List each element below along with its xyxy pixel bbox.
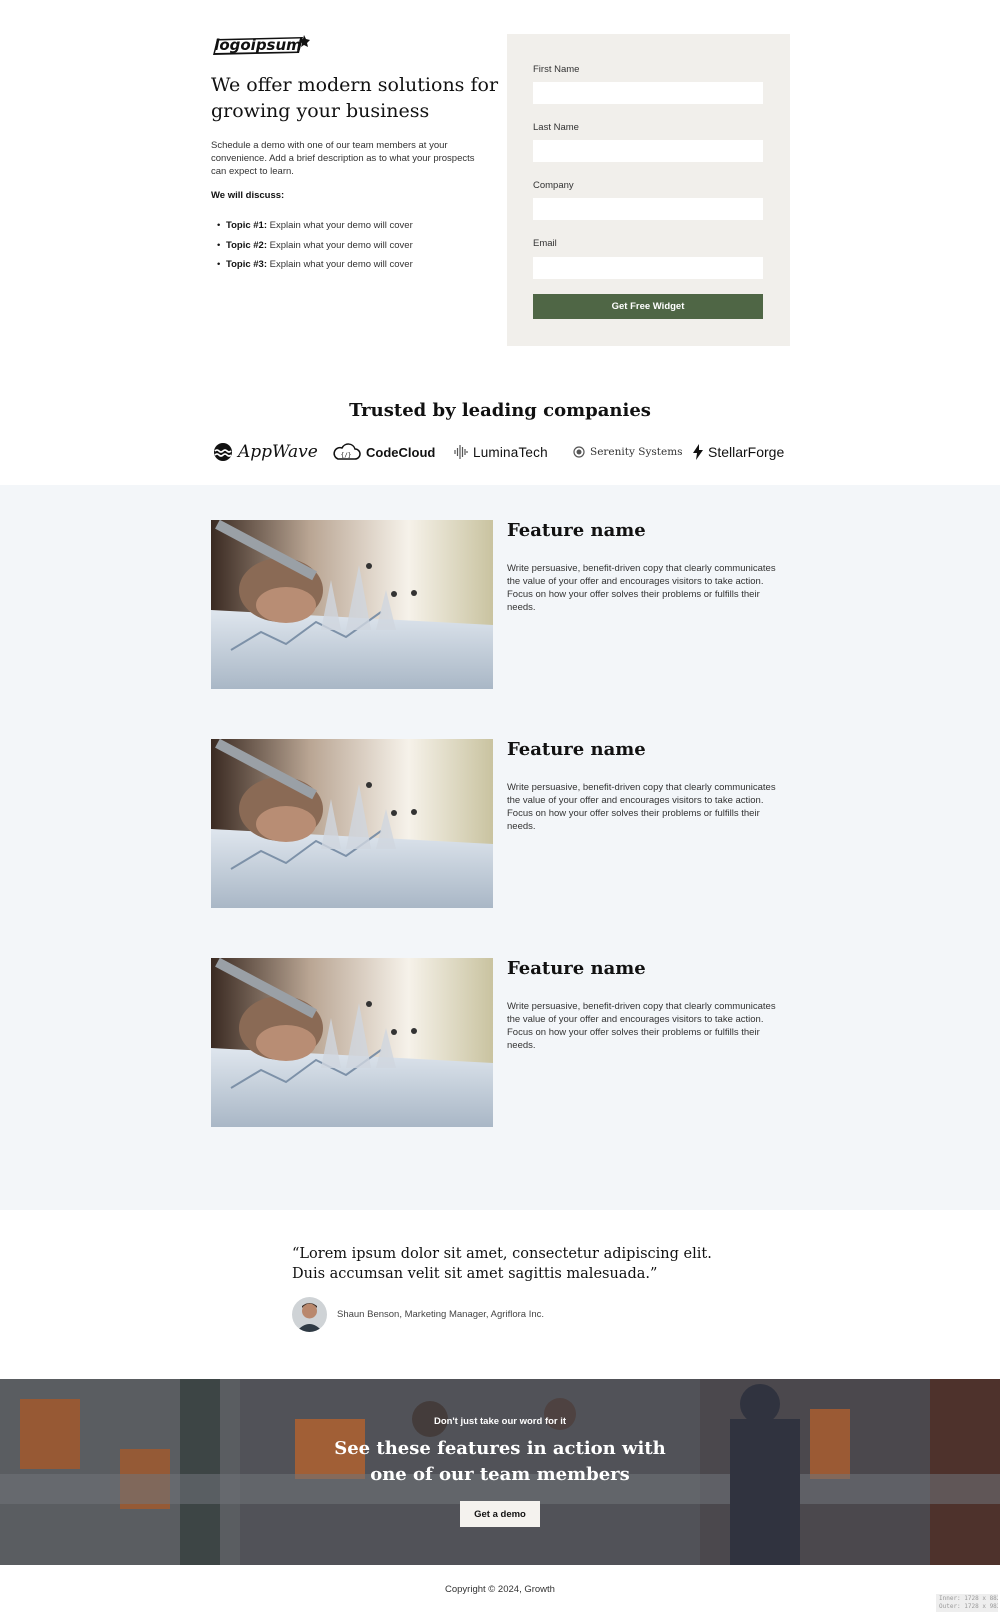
company-logos: AppWave {/} CodeCloud LuminaTech Serenit… [211,438,791,466]
email-label: Email [533,238,557,249]
logoipsum-logo[interactable]: logoipsum [211,33,313,59]
footer: Copyright © 2024, Growth Inner: 1728 x 8… [0,1565,1000,1613]
brand-codecloud: {/} CodeCloud [331,438,435,466]
testimonial-section: “Lorem ipsum dolor sit amet, consectetur… [0,1210,1000,1379]
feature-image [211,958,493,1127]
feature-title: Feature name [507,520,646,541]
first-name-label: First Name [533,64,580,75]
svg-text:logoipsum: logoipsum [214,36,302,54]
wave-icon [214,443,232,461]
first-name-field[interactable] [533,82,763,104]
copyright-text: Copyright © 2024, Growth [445,1584,555,1595]
get-a-demo-button[interactable]: Get a demo [460,1501,540,1527]
topics-list: Topic #1: Explain what your demo will co… [217,216,413,275]
bolt-icon [693,444,703,460]
brand-luminatech: LuminaTech [454,438,548,466]
features-section: Feature name Write persuasive, benefit-d… [0,485,1000,1210]
cta-section: Don't just take our word for it See thes… [0,1379,1000,1565]
cta-eyebrow: Don't just take our word for it [433,1416,567,1427]
avatar [292,1297,327,1332]
feature-description: Write persuasive, benefit-driven copy th… [507,782,776,832]
feature-image [211,739,493,908]
svg-text:{/}: {/} [341,452,352,459]
email-field[interactable] [533,257,763,279]
soundwave-icon [454,445,468,459]
feature-title: Feature name [507,958,646,979]
list-item: Topic #1: Explain what your demo will co… [217,216,413,236]
trusted-section: Trusted by leading companies AppWave {/}… [0,387,1000,485]
feature-description: Write persuasive, benefit-driven copy th… [507,1001,776,1051]
list-item: Topic #3: Explain what your demo will co… [217,255,413,275]
cloud-code-icon: {/} [333,443,361,460]
last-name-field[interactable] [533,140,763,162]
list-item: Topic #2: Explain what your demo will co… [217,236,413,256]
testimonial-author: Shaun Benson, Marketing Manager, Agriflo… [337,1309,545,1320]
feature-item: Feature name Write persuasive, benefit-d… [211,739,791,909]
page-title: We offer modern solutions for growing yo… [211,74,499,122]
trusted-title: Trusted by leading companies [349,400,651,421]
cta-title: See these features in action with one of… [334,1438,666,1485]
circle-dot-icon [573,446,585,458]
brand-appwave: AppWave [213,438,318,466]
company-label: Company [533,180,574,191]
get-free-widget-button[interactable]: Get Free Widget [533,294,763,319]
brand-stellarforge: StellarForge [693,438,784,466]
demo-form: First Name Last Name Company Email Get F… [507,34,790,346]
discuss-label: We will discuss: [211,190,285,201]
brand-serenity-systems: Serenity Systems [573,438,683,466]
hero-description: Schedule a demo with one of our team mem… [211,140,475,177]
feature-item: Feature name Write persuasive, benefit-d… [211,520,791,690]
feature-item: Feature name Write persuasive, benefit-d… [211,958,791,1128]
testimonial-quote: “Lorem ipsum dolor sit amet, consectetur… [292,1246,712,1282]
hero-section: logoipsum We offer modern solutions for … [0,0,1000,387]
feature-image [211,520,493,689]
viewport-size-badge: Inner: 1728 x 882 Outer: 1728 x 983 [936,1594,998,1612]
last-name-label: Last Name [533,122,579,133]
company-field[interactable] [533,198,763,220]
feature-title: Feature name [507,739,646,760]
feature-description: Write persuasive, benefit-driven copy th… [507,563,776,613]
